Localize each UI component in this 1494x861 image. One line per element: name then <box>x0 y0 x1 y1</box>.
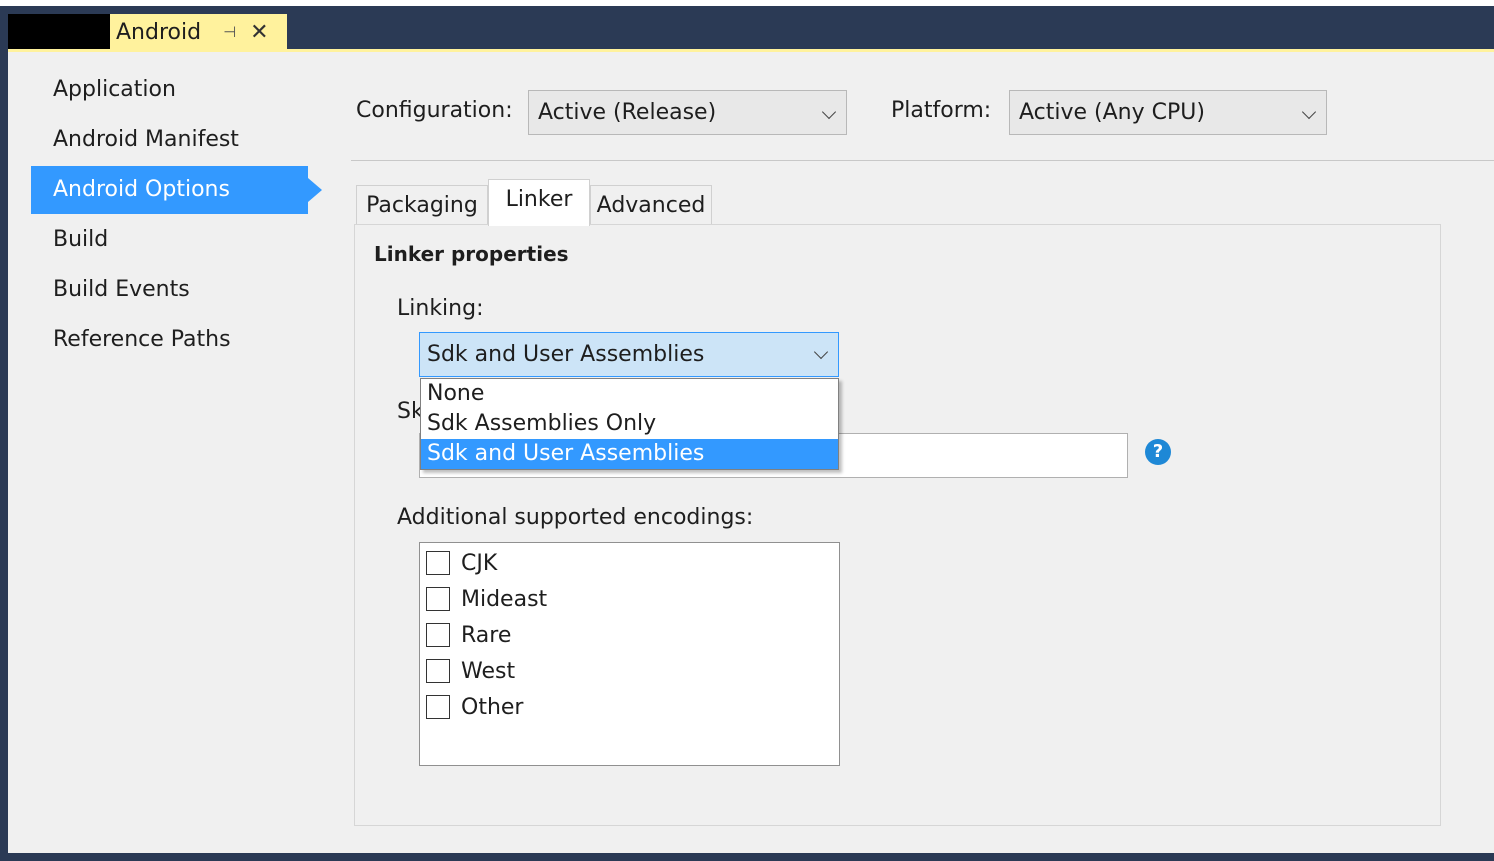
encoding-label: Rare <box>461 622 512 648</box>
project-properties-pane: Application Android Manifest Android Opt… <box>8 52 1494 853</box>
selected-indicator-arrow <box>308 178 322 202</box>
configuration-label: Configuration: <box>356 98 513 123</box>
linking-option-sdk-and-user[interactable]: Sdk and User Assemblies <box>421 439 838 469</box>
encoding-item-mideast[interactable]: Mideast <box>426 581 547 617</box>
tab-linker[interactable]: Linker <box>488 179 590 226</box>
linking-dropdown-list: None Sdk Assemblies Only Sdk and User As… <box>420 378 839 470</box>
encoding-item-west[interactable]: West <box>426 653 515 689</box>
tab-advanced[interactable]: Advanced <box>590 185 712 225</box>
sidebar-item-build[interactable]: Build <box>31 216 308 264</box>
linking-select[interactable]: Sdk and User Assemblies <box>419 332 839 377</box>
encodings-label: Additional supported encodings: <box>397 505 754 530</box>
document-tab-android[interactable]: Android ⊣ ✕ <box>110 14 287 50</box>
platform-select[interactable]: Active (Any CPU) <box>1009 90 1327 135</box>
checkbox[interactable] <box>426 623 450 647</box>
sidebar-item-application[interactable]: Application <box>31 66 308 114</box>
configuration-value: Active (Release) <box>538 100 717 125</box>
platform-label: Platform: <box>891 98 992 123</box>
help-icon[interactable]: ? <box>1145 439 1171 465</box>
linking-value: Sdk and User Assemblies <box>427 342 705 367</box>
platform-value: Active (Any CPU) <box>1019 100 1205 125</box>
linking-option-none[interactable]: None <box>421 379 838 409</box>
checkbox[interactable] <box>426 659 450 683</box>
checkbox[interactable] <box>426 695 450 719</box>
pin-icon[interactable]: ⊣ <box>223 23 236 41</box>
encoding-item-cjk[interactable]: CJK <box>426 545 497 581</box>
section-title: Linker properties <box>374 242 569 266</box>
encoding-label: Mideast <box>461 586 548 612</box>
encoding-label: CJK <box>461 550 498 576</box>
linking-option-sdk-only[interactable]: Sdk Assemblies Only <box>421 409 838 439</box>
encoding-item-rare[interactable]: Rare <box>426 617 511 653</box>
chevron-down-icon <box>821 104 837 120</box>
document-tab-title: Android <box>116 19 202 45</box>
encoding-label: Other <box>461 694 524 720</box>
close-icon[interactable]: ✕ <box>250 20 268 45</box>
redacted-project-name <box>8 14 112 49</box>
configuration-select[interactable]: Active (Release) <box>528 90 847 135</box>
sidebar-item-android-options[interactable]: Android Options <box>31 166 308 214</box>
linking-label: Linking: <box>397 296 484 321</box>
sidebar-item-android-manifest[interactable]: Android Manifest <box>31 116 308 164</box>
sidebar-item-reference-paths[interactable]: Reference Paths <box>31 316 308 364</box>
sidebar-item-build-events[interactable]: Build Events <box>31 266 308 314</box>
encodings-list: CJK Mideast Rare West Other <box>419 542 840 766</box>
chevron-down-icon <box>1301 104 1317 120</box>
encoding-label: West <box>461 658 516 684</box>
encoding-item-other[interactable]: Other <box>426 689 523 725</box>
tab-packaging[interactable]: Packaging <box>356 185 488 225</box>
toolbar-divider <box>351 160 1494 161</box>
checkbox[interactable] <box>426 551 450 575</box>
window-bottom-edge <box>0 853 1494 861</box>
checkbox[interactable] <box>426 587 450 611</box>
chevron-down-icon <box>813 344 829 360</box>
